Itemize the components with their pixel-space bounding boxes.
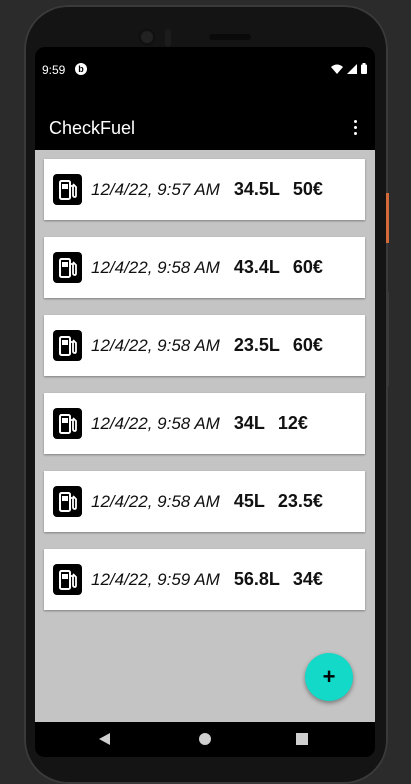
entry-liters: 43.4L [233,257,280,277]
fuel-entry-list[interactable]: 12/4/22, 9:57 AM 34.5L 50€ 12/4/22, 9:58… [35,150,375,722]
entry-price: 50€ [292,179,323,199]
entry-date: 12/4/22, 9:59 AM [91,569,220,589]
fuel-pump-icon [53,486,82,517]
fuel-entry-card[interactable]: 12/4/22, 9:58 AM 45L 23.5€ [44,471,365,532]
entry-liters: 34.5L [233,179,280,199]
status-bar: 9:59 b [35,47,375,92]
notification-app-icon: b [75,63,87,75]
fuel-entry-card[interactable]: 12/4/22, 9:59 AM 56.8L 34€ [44,549,365,610]
recents-icon[interactable] [296,733,308,745]
fuel-entry-card[interactable]: 12/4/22, 9:57 AM 34.5L 50€ [44,159,365,220]
fuel-entry-card[interactable]: 12/4/22, 9:58 AM 23.5L 60€ [44,315,365,376]
entry-price: 34€ [292,569,323,589]
earpiece-speaker [209,34,251,40]
fuel-pump-icon [53,564,82,595]
fuel-pump-icon [53,408,82,439]
status-time: 9:59 [42,63,66,77]
entry-date: 12/4/22, 9:58 AM [91,413,220,433]
fuel-pump-icon [53,330,82,361]
entry-price: 23.5€ [277,491,323,511]
entry-liters: 56.8L [233,569,280,589]
entry-date: 12/4/22, 9:57 AM [91,179,220,199]
add-icon: + [322,664,336,689]
front-camera [138,28,156,46]
entry-price: 60€ [292,257,323,277]
back-icon[interactable] [99,733,110,745]
fuel-entry-card[interactable]: 12/4/22, 9:58 AM 43.4L 60€ [44,237,365,298]
volume-button[interactable] [386,292,389,386]
entry-date: 12/4/22, 9:58 AM [91,491,220,511]
battery-icon [361,63,367,74]
entry-liters: 34L [233,413,265,433]
fuel-entry-card[interactable]: 12/4/22, 9:58 AM 34L 12€ [44,393,365,454]
entry-date: 12/4/22, 9:58 AM [91,257,220,277]
home-icon[interactable] [199,733,211,745]
screen: 9:59 b CheckFuel 12/4/22, 9:57 AM 34.5L … [35,47,375,757]
proximity-sensor [165,29,171,47]
app-bar: CheckFuel [35,92,375,150]
app-title: CheckFuel [49,118,136,138]
signal-icon [347,63,357,74]
entry-liters: 45L [233,491,265,511]
wifi-icon [331,64,343,74]
power-button[interactable] [386,193,389,243]
fuel-pump-icon [53,252,82,283]
status-icons [331,63,367,74]
navigation-bar [35,722,375,757]
entry-price: 12€ [277,413,308,433]
entry-price: 60€ [292,335,323,355]
more-vert-icon[interactable] [345,117,365,137]
entry-date: 12/4/22, 9:58 AM [91,335,220,355]
add-entry-button[interactable]: + [305,653,353,701]
fuel-pump-icon [53,174,82,205]
entry-liters: 23.5L [233,335,280,355]
